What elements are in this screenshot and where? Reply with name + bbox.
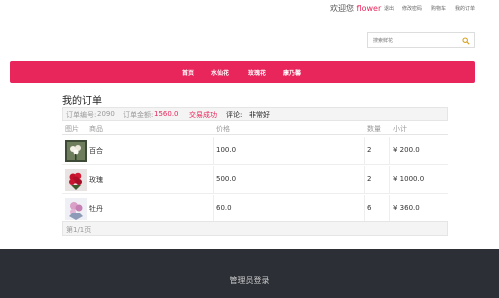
header-price: 价格 xyxy=(216,125,230,133)
admin-login-link[interactable]: 管理员登录 xyxy=(0,275,499,286)
product-subtotal: ¥ 200.0 xyxy=(393,146,420,154)
my-orders-link[interactable]: 我的订单 xyxy=(455,5,475,12)
table-row: 百合 100.0 2 ¥ 200.0 xyxy=(62,137,448,165)
review-text: 非常好 xyxy=(249,111,270,119)
top-bar: 欢迎您 flower 退出 修改密码 购物车 我的订单 xyxy=(0,0,499,18)
table-row: 玫瑰 500.0 2 ¥ 1000.0 xyxy=(62,166,448,194)
nav-carnation[interactable]: 康乃馨 xyxy=(283,68,301,77)
product-price: 60.0 xyxy=(216,204,232,212)
welcome-text: 欢迎您 flower xyxy=(330,3,381,14)
order-info-row: 订单编号: 2090 订单金额: 1560.0 交易成功 评论: 非常好 xyxy=(62,107,448,121)
table-row: 牡丹 60.0 6 ¥ 360.0 xyxy=(62,195,448,223)
review-label: 评论: xyxy=(226,111,243,119)
search-box xyxy=(367,32,475,48)
nav-narcissus[interactable]: 水仙花 xyxy=(211,68,229,77)
logout-link[interactable]: 退出 xyxy=(384,5,394,12)
peony-thumbnail[interactable] xyxy=(65,198,87,220)
product-price: 100.0 xyxy=(216,146,237,154)
main-nav: 首页 水仙花 玫瑰花 康乃馨 xyxy=(10,61,475,83)
order-status: 交易成功 xyxy=(189,111,217,119)
nav-rose[interactable]: 玫瑰花 xyxy=(248,68,266,77)
product-subtotal: ¥ 360.0 xyxy=(393,204,420,212)
welcome-prefix: 欢迎您 xyxy=(330,4,354,13)
order-amount-label: 订单金额: xyxy=(123,111,154,119)
product-price: 500.0 xyxy=(216,175,237,183)
lily-thumbnail[interactable] xyxy=(65,140,87,162)
order-number: 2090 xyxy=(97,110,115,118)
product-subtotal: ¥ 1000.0 xyxy=(393,175,425,183)
order-amount: 1560.0 xyxy=(154,110,179,118)
table-header: 图片 商品 价格 数量 小计 xyxy=(62,122,448,135)
rose-thumbnail[interactable] xyxy=(65,169,87,191)
pagination-row: 第1/1页 xyxy=(62,221,448,236)
product-name[interactable]: 百合 xyxy=(89,146,103,156)
cart-link[interactable]: 购物车 xyxy=(431,5,446,12)
product-quantity: 2 xyxy=(367,146,372,154)
search-input[interactable] xyxy=(373,36,458,45)
page-footer: 管理员登录 xyxy=(0,249,499,298)
product-name[interactable]: 牡丹 xyxy=(89,204,103,214)
header-image: 图片 xyxy=(65,125,79,133)
header-quantity: 数量 xyxy=(367,125,381,133)
header-subtotal: 小计 xyxy=(393,125,407,133)
order-number-label: 订单编号: xyxy=(66,111,97,119)
page-title: 我的订单 xyxy=(62,96,102,107)
search-icon[interactable] xyxy=(462,37,470,45)
product-name[interactable]: 玫瑰 xyxy=(89,175,103,185)
nav-home[interactable]: 首页 xyxy=(182,68,194,77)
username: flower xyxy=(356,4,382,13)
product-quantity: 2 xyxy=(367,175,372,183)
header-product: 商品 xyxy=(89,125,103,133)
pagination-text: 第1/1页 xyxy=(66,226,92,234)
product-quantity: 6 xyxy=(367,204,372,212)
change-password-link[interactable]: 修改密码 xyxy=(402,5,422,12)
